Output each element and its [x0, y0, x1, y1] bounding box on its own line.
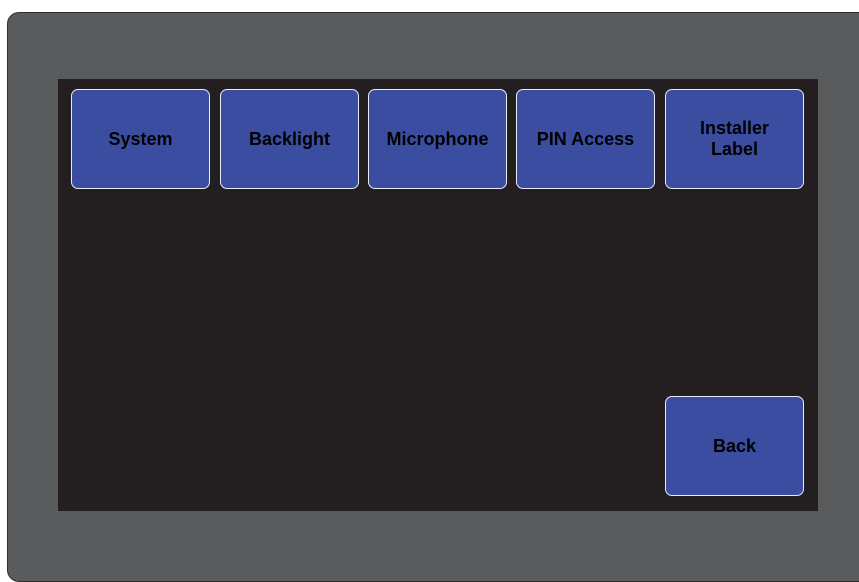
- backlight-button-label: Backlight: [248, 128, 331, 149]
- pin-access-button-label: PIN Access: [536, 128, 635, 149]
- back-button[interactable]: Back: [665, 396, 804, 496]
- installer-label-button[interactable]: Installer Label: [665, 89, 804, 189]
- installer-label-button-label: Installer Label: [699, 118, 770, 159]
- back-button-label: Back: [712, 435, 757, 456]
- microphone-button[interactable]: Microphone: [368, 89, 507, 189]
- system-button[interactable]: System: [71, 89, 210, 189]
- microphone-button-label: Microphone: [386, 128, 489, 149]
- backlight-button[interactable]: Backlight: [220, 89, 359, 189]
- system-button-label: System: [108, 128, 173, 149]
- pin-access-button[interactable]: PIN Access: [516, 89, 655, 189]
